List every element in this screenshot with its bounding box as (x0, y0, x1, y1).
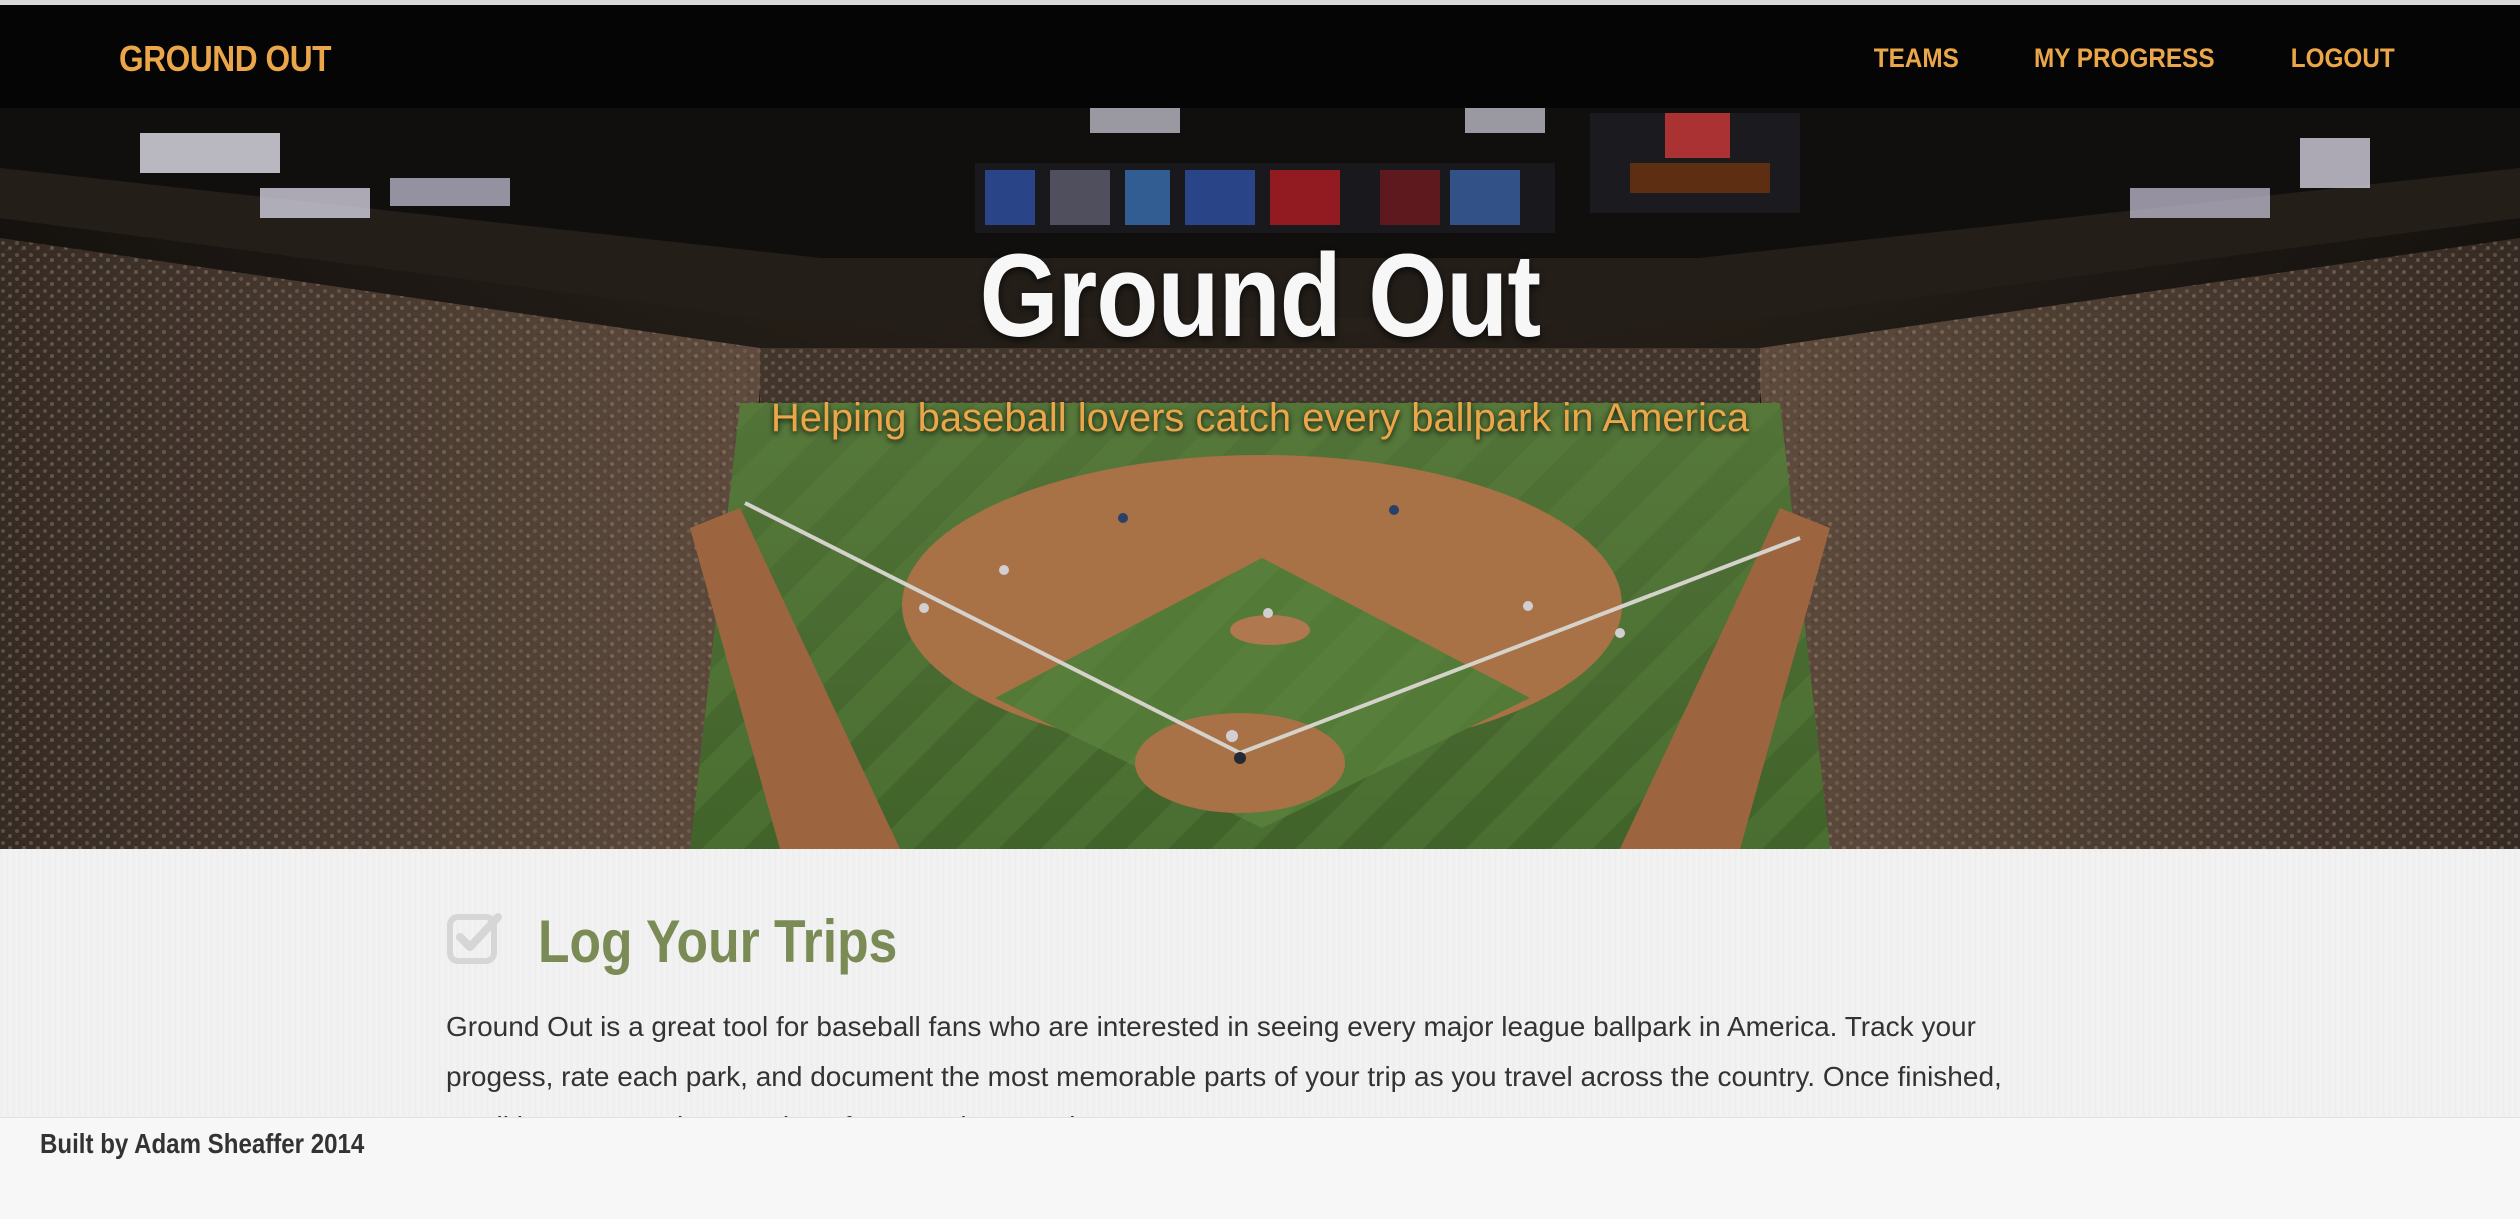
footer-credit: Built by Adam Sheaffer 2014 (40, 1128, 365, 1159)
baseball-stadium-photo (0, 108, 2520, 849)
section-title: Log Your Trips (538, 908, 898, 975)
hero-subtitle: Helping baseball lovers catch every ball… (770, 396, 1750, 440)
hero-banner: Ground Out Helping baseball lovers catch… (0, 108, 2520, 849)
hero-title: Ground Out (979, 230, 1542, 362)
section-header: Log Your Trips (446, 899, 2066, 976)
navbar: GROUND OUT TEAMS MY PROGRESS LOGOUT (0, 5, 2520, 108)
nav-link-teams[interactable]: TEAMS (1874, 43, 1959, 74)
check-square-icon (447, 912, 502, 964)
nav-link-my-progress[interactable]: MY PROGRESS (2034, 43, 2215, 74)
nav-links: TEAMS MY PROGRESS LOGOUT (1809, 43, 2400, 74)
nav-link-logout[interactable]: LOGOUT (2290, 43, 2394, 74)
brand-link[interactable]: GROUND OUT (119, 38, 332, 80)
footer: Built by Adam Sheaffer 2014 (0, 1117, 2520, 1219)
